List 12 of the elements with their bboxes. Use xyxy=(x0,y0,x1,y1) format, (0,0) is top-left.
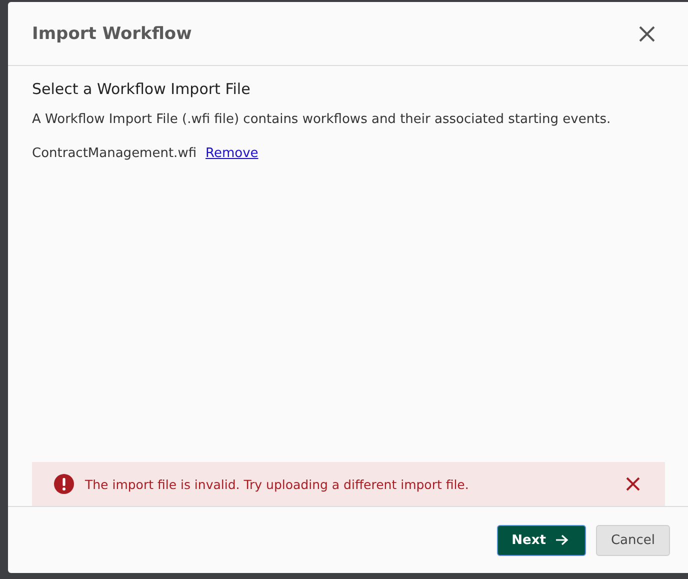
close-icon[interactable] xyxy=(625,476,641,492)
file-name: ContractManagement.wfi xyxy=(32,146,197,161)
remove-link[interactable]: Remove xyxy=(206,146,258,161)
dialog-title: Import Workflow xyxy=(32,24,192,44)
next-button[interactable]: Next xyxy=(496,524,586,556)
cancel-button[interactable]: Cancel xyxy=(596,524,670,556)
section-heading: Select a Workflow Import File xyxy=(32,80,252,98)
error-icon xyxy=(53,473,75,495)
description-text: A Workflow Import File (.wfi file) contains workflows and their associated starting events. xyxy=(32,112,612,127)
error-message: The import file is invalid. Try uploading a different import file. xyxy=(85,476,470,492)
close-icon[interactable] xyxy=(638,24,656,42)
arrow-right-icon xyxy=(554,534,569,546)
